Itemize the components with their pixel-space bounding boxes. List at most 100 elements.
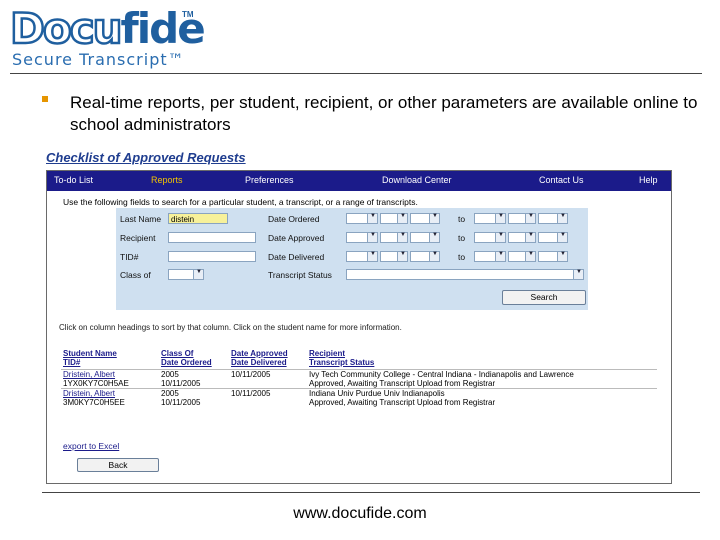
table-row: 3M0KY7C0H5EE 10/11/2005 Approved, Awaiti… [61,398,657,407]
transcript-status-label: Transcript Status [268,270,332,280]
date-delivered-from-day[interactable]: ▼ [380,251,408,262]
header-divider [10,73,702,74]
chevron-down-icon: ▼ [528,232,534,238]
date-approved-cell: 10/11/2005 [231,389,271,398]
date-ordered-from-day[interactable]: ▼ [380,213,408,224]
nav-download-center[interactable]: Download Center [382,175,452,185]
nav-contact-us[interactable]: Contact Us [539,175,584,185]
date-ordered-cell: 10/11/2005 [161,398,201,407]
status-cell: Approved, Awaiting Transcript Upload fro… [309,379,496,388]
table-header: Student Name TID# Class Of Date Ordered … [61,349,657,370]
recipient-input[interactable] [168,232,256,243]
date-approved-from-day[interactable]: ▼ [380,232,408,243]
col-class-of[interactable]: Class Of [161,349,193,358]
table-row: Dristein, Albert 2005 10/11/2005 Ivy Tec… [61,370,657,379]
chevron-down-icon: ▼ [432,251,438,257]
nav-todo-list[interactable]: To-do List [54,175,93,185]
tid-cell: 3M0KY7C0H5EE [63,398,125,407]
recipient-label: Recipient [120,233,156,243]
chevron-down-icon: ▼ [400,213,406,219]
col-student-name[interactable]: Student Name [63,349,117,358]
col-date-delivered[interactable]: Date Delivered [231,358,287,367]
chevron-down-icon: ▼ [560,232,566,238]
sort-note: Click on column headings to sort by that… [59,323,402,332]
date-delivered-from-month[interactable]: ▼ [346,251,378,262]
logo-wordmark: Docufide [9,4,206,53]
class-of-cell: 2005 [161,389,179,398]
class-of-cell: 2005 [161,370,179,379]
footer-divider [42,492,700,493]
status-cell: Approved, Awaiting Transcript Upload fro… [309,398,496,407]
bullet-text: Real-time reports, per student, recipien… [70,93,698,134]
student-name-link[interactable]: Dristein, Albert [63,389,159,398]
chevron-down-icon: ▼ [196,269,202,275]
date-ordered-from-year[interactable]: ▼ [410,213,440,224]
chevron-down-icon: ▼ [498,251,504,257]
chevron-down-icon: ▼ [528,251,534,257]
table-row: Dristein, Albert 2005 10/11/2005 Indiana… [61,388,657,398]
chevron-down-icon: ▼ [432,213,438,219]
search-button[interactable]: Search [502,290,586,305]
class-of-select[interactable]: ▼ [168,269,204,280]
date-approved-from-year[interactable]: ▼ [410,232,440,243]
results-table: Student Name TID# Class Of Date Ordered … [61,349,657,407]
tid-input[interactable] [168,251,256,262]
footer-url: www.docufide.com [293,505,427,522]
date-delivered-to-month[interactable]: ▼ [474,251,506,262]
col-recipient[interactable]: Recipient [309,349,345,358]
to-label: to [458,233,466,243]
recipient-cell: Ivy Tech Community College - Central Ind… [309,370,574,379]
transcript-status-select[interactable]: ▼ [346,269,584,280]
chevron-down-icon: ▼ [400,232,406,238]
tid-label: TID# [120,252,139,262]
col-date-ordered[interactable]: Date Ordered [161,358,212,367]
docufide-logo: Docufide TM Secure Transcript™ [9,4,210,70]
date-approved-label: Date Approved [268,233,325,243]
export-to-excel-link[interactable]: export to Excel [63,441,119,451]
to-label: to [458,252,466,262]
logo-tagline: Secure Transcript™ [12,50,185,69]
last-name-label: Last Name [120,214,162,224]
recipient-cell: Indiana Univ Purdue Univ Indianapolis [309,389,445,398]
chevron-down-icon: ▼ [370,213,376,219]
tid-cell: 1YX0KY7C0H5AE [63,379,129,388]
table-row: 1YX0KY7C0H5AE 10/11/2005 Approved, Await… [61,379,657,388]
back-button[interactable]: Back [77,458,159,472]
logo-trademark: TM [182,10,194,19]
bullet-marker [42,96,48,102]
chevron-down-icon: ▼ [432,232,438,238]
student-name-link[interactable]: Dristein, Albert [63,370,159,379]
date-delivered-from-year[interactable]: ▼ [410,251,440,262]
date-approved-cell: 10/11/2005 [231,370,271,379]
to-label: to [458,214,466,224]
date-ordered-cell: 10/11/2005 [161,379,201,388]
date-ordered-label: Date Ordered [268,214,320,224]
chevron-down-icon: ▼ [560,251,566,257]
chevron-down-icon: ▼ [560,213,566,219]
app-screenshot: To-do List Reports Preferences Download … [46,170,672,484]
nav-reports[interactable]: Reports [151,175,183,185]
date-delivered-to-year[interactable]: ▼ [538,251,568,262]
date-delivered-label: Date Delivered [268,252,325,262]
nav-help[interactable]: Help [639,175,658,185]
date-ordered-to-year[interactable]: ▼ [538,213,568,224]
chevron-down-icon: ▼ [370,251,376,257]
date-approved-from-month[interactable]: ▼ [346,232,378,243]
section-subtitle: Checklist of Approved Requests [46,150,246,165]
date-ordered-to-day[interactable]: ▼ [508,213,536,224]
date-ordered-to-month[interactable]: ▼ [474,213,506,224]
col-tid[interactable]: TID# [63,358,80,367]
last-name-input[interactable]: distein [168,213,228,224]
nav-preferences[interactable]: Preferences [245,175,294,185]
col-date-approved[interactable]: Date Approved [231,349,288,358]
date-ordered-from-month[interactable]: ▼ [346,213,378,224]
class-of-label: Class of [120,270,151,280]
chevron-down-icon: ▼ [498,213,504,219]
chevron-down-icon: ▼ [400,251,406,257]
date-approved-to-year[interactable]: ▼ [538,232,568,243]
date-approved-to-month[interactable]: ▼ [474,232,506,243]
date-delivered-to-day[interactable]: ▼ [508,251,536,262]
search-instructions: Use the following fields to search for a… [63,197,418,207]
date-approved-to-day[interactable]: ▼ [508,232,536,243]
col-transcript-status[interactable]: Transcript Status [309,358,374,367]
